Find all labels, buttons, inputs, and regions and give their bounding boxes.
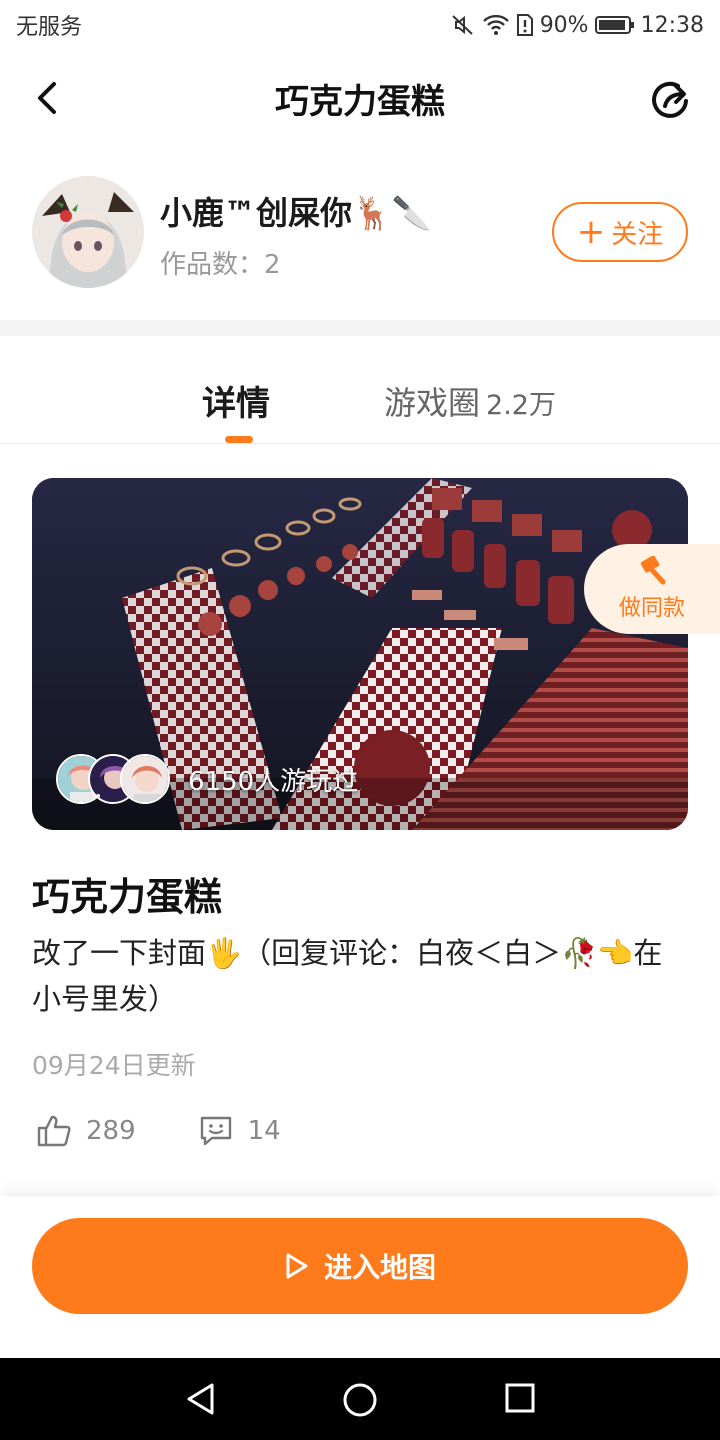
- home-circle-icon[interactable]: [342, 1382, 378, 1418]
- author-avatar[interactable]: [32, 176, 144, 288]
- system-nav-bar: [0, 1358, 720, 1440]
- map-cover-image[interactable]: 6150人游玩过: [32, 478, 688, 830]
- bottom-action-bar: 进入地图: [0, 1196, 720, 1358]
- tab-detail[interactable]: 详情: [202, 376, 270, 425]
- status-icons: 90% 12:38: [450, 13, 704, 38]
- enter-map-button[interactable]: 进入地图: [32, 1218, 688, 1314]
- follow-label: 关注: [611, 219, 664, 250]
- stats-row: 289 14: [36, 1114, 281, 1148]
- sim-alert-icon: [516, 14, 533, 36]
- players-info: 6150人游玩过: [56, 754, 358, 804]
- battery-percent: 90%: [539, 12, 589, 38]
- update-time: 09月24日更新: [32, 1051, 196, 1080]
- comment-count: 14: [247, 1116, 281, 1146]
- follow-button[interactable]: + 关注: [552, 202, 688, 262]
- hammer-icon: [640, 556, 666, 585]
- work-description: 改了一下封面🖐（回复评论：白夜＜白＞🥀👈在小号里发）: [32, 936, 663, 1016]
- player-avatar: [120, 754, 170, 804]
- author-row: 小鹿™创屎你🦌🔪 作品数：2 + 关注: [0, 168, 720, 298]
- share-icon[interactable]: [648, 76, 694, 122]
- work-title: 巧克力蛋糕: [32, 875, 223, 919]
- wifi-icon: [482, 14, 509, 35]
- tab-game-circle-count: 2.2万: [486, 390, 556, 421]
- tab-bar: 详情 游戏圈 2.2万: [0, 336, 720, 444]
- author-works-count: 作品数：2: [160, 250, 281, 280]
- comment-button[interactable]: 14: [198, 1114, 281, 1148]
- plus-icon: +: [576, 212, 606, 252]
- comment-icon: [200, 1116, 231, 1146]
- make-same-label: 做同款: [618, 596, 685, 621]
- section-divider: [0, 320, 720, 336]
- clock: 12:38: [640, 12, 704, 38]
- make-same-button[interactable]: 做同款: [584, 544, 720, 634]
- recents-square-icon[interactable]: [504, 1382, 536, 1414]
- tab-active-indicator: [225, 436, 253, 443]
- like-button[interactable]: 289: [36, 1114, 136, 1148]
- mute-icon: [451, 15, 473, 35]
- page-title: 巧克力蛋糕: [275, 82, 445, 122]
- play-icon: [286, 1253, 308, 1279]
- author-name[interactable]: 小鹿™创屎你🦌🔪: [160, 188, 432, 234]
- thumbs-up-icon: [37, 1115, 71, 1147]
- enter-map-label: 进入地图: [323, 1251, 436, 1284]
- status-bar: 无服务 90% 12:38: [0, 0, 720, 50]
- carrier-label: 无服务: [16, 15, 83, 40]
- tab-game-circle-label: 游戏圈: [384, 384, 481, 422]
- like-count: 289: [86, 1116, 136, 1146]
- battery-icon: [594, 16, 634, 34]
- tab-game-circle[interactable]: 游戏圈 2.2万: [384, 378, 556, 424]
- back-triangle-icon[interactable]: [184, 1382, 218, 1416]
- nav-bar: 巧克力蛋糕: [0, 50, 720, 145]
- players-count: 6150人游玩过: [188, 766, 359, 797]
